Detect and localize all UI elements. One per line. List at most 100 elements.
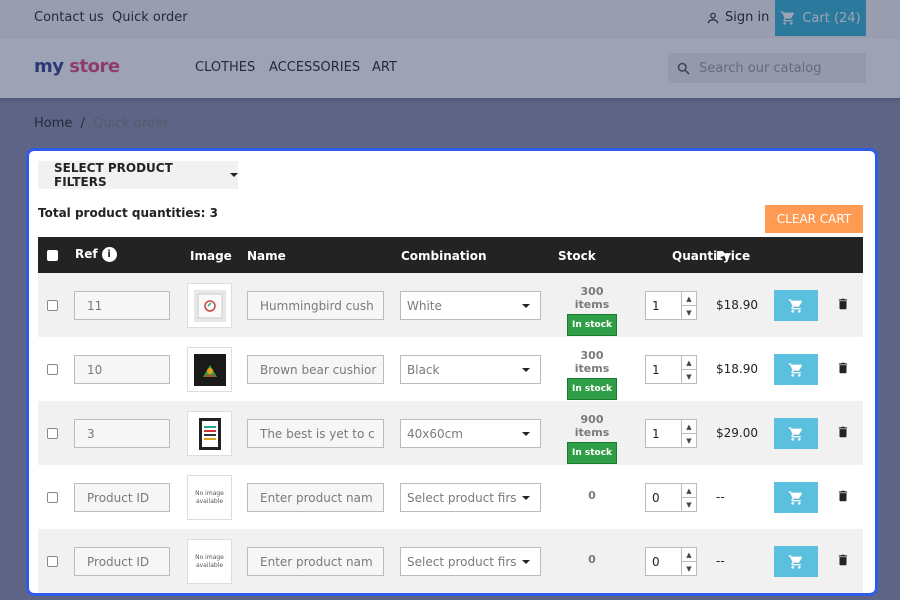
decrement-icon: ▼ <box>686 564 692 573</box>
table-row: 10 Brown bear cushior Black 300 items In… <box>38 337 863 401</box>
product-name-input[interactable]: The best is yet to c <box>247 419 384 448</box>
filter-button-label: SELECT PRODUCT FILTERS <box>54 161 173 189</box>
header-stock: Stock <box>558 249 596 263</box>
increment-icon: ▲ <box>682 548 696 562</box>
stock-cell: 900 items In stock <box>562 413 622 464</box>
table-row: Product ID No image available Enter prod… <box>38 529 863 593</box>
stock-items: 300 items <box>574 349 610 375</box>
stock-items: 0 <box>588 553 596 566</box>
increment-icon: ▲ <box>682 292 696 306</box>
trash-icon[interactable] <box>836 424 850 444</box>
decrement-icon: ▼ <box>686 372 692 381</box>
ref-input[interactable]: 11 <box>74 291 170 320</box>
header-combination: Combination <box>401 249 487 263</box>
table-header: Ref i Image Name Combination Stock Quanti… <box>38 237 863 273</box>
price: $29.00 <box>716 426 758 440</box>
add-to-cart-button[interactable] <box>774 290 818 321</box>
decrement-icon: ▼ <box>686 500 692 509</box>
table-row: Product ID No image available Enter prod… <box>38 465 863 529</box>
add-to-cart-button[interactable] <box>774 482 818 513</box>
row-checkbox[interactable] <box>47 428 58 439</box>
product-thumbnail <box>187 347 232 392</box>
price: $18.90 <box>716 362 758 376</box>
trash-icon[interactable] <box>836 488 850 508</box>
trash-icon[interactable] <box>836 296 850 316</box>
price: $18.90 <box>716 298 758 312</box>
row-checkbox[interactable] <box>47 556 58 567</box>
quick-order-panel: SELECT PRODUCT FILTERS Total product qua… <box>26 148 878 596</box>
chevron-down-icon <box>522 432 530 436</box>
cart-icon <box>788 554 802 569</box>
product-name-input[interactable]: Enter product nam <box>247 483 384 512</box>
increment-icon: ▲ <box>682 420 696 434</box>
product-name-input[interactable]: Enter product nam <box>247 547 384 576</box>
ref-input[interactable]: 3 <box>74 419 170 448</box>
in-stock-badge: In stock <box>566 314 618 336</box>
header-ref: Ref i <box>75 247 117 262</box>
combination-select[interactable]: Select product firs <box>400 483 541 512</box>
chevron-down-icon <box>522 496 530 500</box>
trash-icon[interactable] <box>836 360 850 380</box>
row-checkbox[interactable] <box>47 364 58 375</box>
increment-icon: ▲ <box>682 356 696 370</box>
info-icon[interactable]: i <box>101 247 117 262</box>
ref-input[interactable]: Product ID <box>74 547 170 576</box>
header-price: Price <box>716 249 751 263</box>
no-image-text: No image available <box>195 490 224 505</box>
product-thumbnail <box>187 411 232 456</box>
product-name-input[interactable]: Hummingbird cush <box>247 291 384 320</box>
cart-icon <box>788 362 802 377</box>
quantity-stepper[interactable]: 0 ▲ ▼ <box>645 547 697 576</box>
stock-cell: 300 items In stock <box>562 285 622 336</box>
select-product-filters-button[interactable]: SELECT PRODUCT FILTERS <box>38 161 238 189</box>
price: -- <box>716 490 725 504</box>
quantity-stepper[interactable]: 1 ▲ ▼ <box>645 291 697 320</box>
combination-select[interactable]: 40x60cm <box>400 419 541 448</box>
increment-icon: ▲ <box>682 484 696 498</box>
cart-icon <box>788 490 802 505</box>
product-thumbnail: No image available <box>187 539 232 584</box>
stock-items: 300 items <box>574 285 610 311</box>
stock-cell: 0 <box>562 489 622 502</box>
in-stock-badge: In stock <box>566 378 618 400</box>
decrement-icon: ▼ <box>686 436 692 445</box>
trash-icon[interactable] <box>836 552 850 572</box>
select-all-checkbox[interactable] <box>47 250 58 261</box>
add-to-cart-button[interactable] <box>774 354 818 385</box>
product-name-input[interactable]: Brown bear cushior <box>247 355 384 384</box>
ref-input[interactable]: 10 <box>74 355 170 384</box>
add-to-cart-button[interactable] <box>774 546 818 577</box>
table-row: 3 The best is yet to c 40x60cm 900 items… <box>38 401 863 465</box>
stock-items: 900 items <box>574 413 610 439</box>
quantity-stepper[interactable]: 1 ▲ ▼ <box>645 355 697 384</box>
combination-select[interactable]: Select product firs <box>400 547 541 576</box>
cart-icon <box>788 298 802 313</box>
in-stock-badge: In stock <box>566 442 618 464</box>
caret-down-icon <box>230 173 238 177</box>
combination-select[interactable]: White <box>400 291 541 320</box>
stock-items: 0 <box>588 489 596 502</box>
table-row: 11 Hummingbird cush White 300 items In s… <box>38 273 863 337</box>
product-thumbnail <box>187 283 232 328</box>
stock-cell: 300 items In stock <box>562 349 622 400</box>
chevron-down-icon <box>522 304 530 308</box>
row-checkbox[interactable] <box>47 300 58 311</box>
combination-select[interactable]: Black <box>400 355 541 384</box>
chevron-down-icon <box>522 560 530 564</box>
header-name: Name <box>247 249 286 263</box>
stock-cell: 0 <box>562 553 622 566</box>
product-thumbnail: No image available <box>187 475 232 520</box>
price: -- <box>716 554 725 568</box>
decrement-icon: ▼ <box>686 308 692 317</box>
quantity-stepper[interactable]: 0 ▲ ▼ <box>645 483 697 512</box>
total-quantities: Total product quantities: 3 <box>38 206 218 220</box>
no-image-text: No image available <box>195 554 224 569</box>
cart-icon <box>788 426 802 441</box>
ref-input[interactable]: Product ID <box>74 483 170 512</box>
header-image: Image <box>190 249 232 263</box>
row-checkbox[interactable] <box>47 492 58 503</box>
clear-cart-button[interactable]: CLEAR CART <box>765 205 863 233</box>
add-to-cart-button[interactable] <box>774 418 818 449</box>
chevron-down-icon <box>522 368 530 372</box>
quantity-stepper[interactable]: 1 ▲ ▼ <box>645 419 697 448</box>
